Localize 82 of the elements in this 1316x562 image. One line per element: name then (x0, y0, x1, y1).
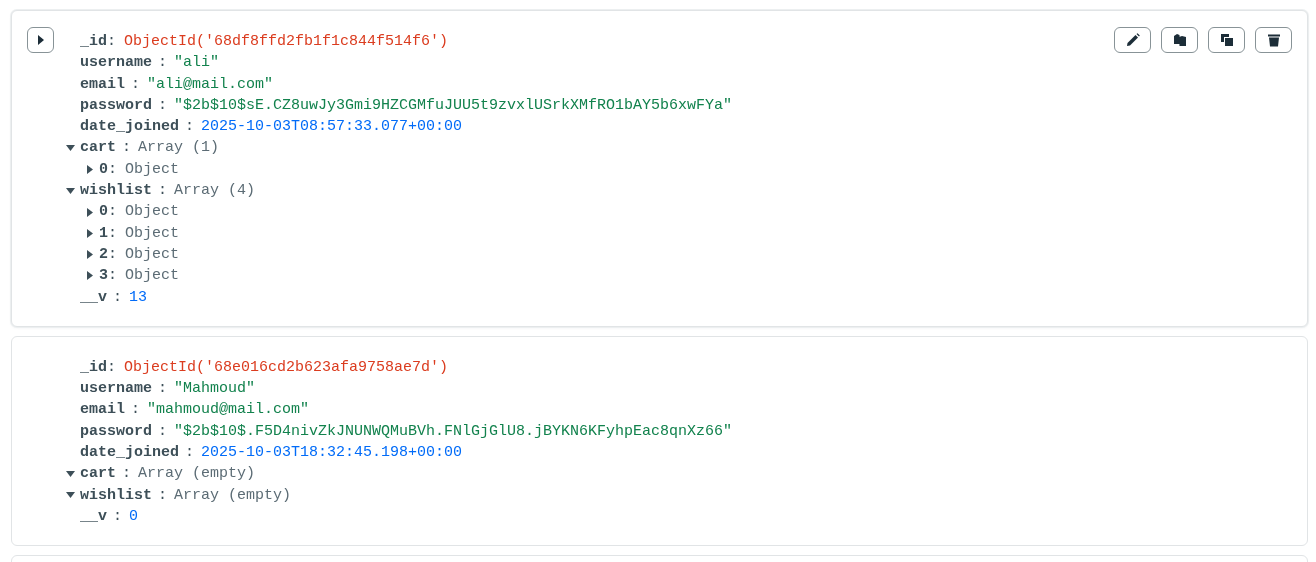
clone-icon (1219, 33, 1234, 47)
field-value: "$2b$10$.F5D4nivZkJNUNWQMuBVh.FNlGjGlU8.jBYKN6KFyhpEac8qnXz66" (174, 421, 733, 442)
field-separator: : (158, 379, 168, 400)
field-separator: : (108, 266, 118, 287)
field-separator: : (108, 202, 118, 223)
field-value: 0 (129, 506, 139, 527)
caret-icon (36, 35, 45, 45)
field-key: _id (80, 356, 107, 379)
delete-button[interactable] (1255, 27, 1292, 53)
field-value: Array (1) (138, 138, 220, 159)
caret-icon (65, 187, 75, 194)
field-key: 1 (99, 222, 108, 244)
field-value: ObjectId('68e016cd2b623afa9758ae7d') (124, 357, 449, 378)
field-key: email (80, 399, 125, 421)
caret-icon (87, 228, 93, 238)
field-key: __v (80, 286, 107, 308)
copy-button[interactable] (1161, 27, 1198, 53)
caret-icon (87, 207, 93, 217)
field-key: _id (80, 31, 107, 53)
field-value: Array (empty) (138, 464, 256, 485)
field-value: Object (125, 244, 180, 265)
field-value: Array (4) (174, 181, 256, 202)
field-key: cart (80, 137, 116, 159)
field-separator: : (158, 181, 168, 202)
field-separator: : (131, 400, 141, 421)
field-key: 2 (99, 243, 108, 266)
caret-icon (65, 145, 75, 152)
field-separator: : (158, 95, 168, 116)
field-separator: : (108, 244, 118, 265)
field-value: 2025-10-03T08:57:33.077+00:00 (201, 117, 463, 138)
field-value: 2025-10-03T18:32:45.198+00:00 (201, 443, 463, 464)
field-key: password (80, 420, 152, 443)
field-key: wishlist (80, 180, 152, 202)
edit-button[interactable] (1114, 27, 1151, 53)
field-separator: : (158, 53, 168, 74)
field-separator: : (158, 421, 168, 442)
field-separator: : (113, 506, 123, 527)
field-value: "ali" (174, 53, 220, 74)
field-value: ObjectId('68df8ffd2fb1f1c844f514f6') (124, 32, 449, 52)
field-key: 3 (99, 265, 108, 287)
field-key: __v (80, 505, 107, 528)
caret-icon (87, 271, 93, 281)
clone-button[interactable] (1208, 27, 1245, 53)
field-separator: : (185, 443, 195, 464)
field-value: Object (125, 159, 180, 180)
field-value: "mahmoud@mail.com" (147, 400, 310, 421)
caret-icon (87, 250, 93, 260)
field-value: Array (empty) (174, 485, 292, 506)
field-key: cart (80, 463, 116, 485)
documents-icon (1172, 33, 1187, 47)
field-key: date_joined (80, 116, 180, 138)
field-value: Object (125, 266, 180, 287)
pencil-icon (1125, 33, 1140, 47)
field-key: email (80, 73, 125, 95)
caret-icon (65, 492, 75, 499)
expand-button[interactable] (27, 27, 54, 53)
field-separator: : (113, 287, 123, 308)
field-key: date_joined (80, 442, 180, 464)
field-key: username (80, 52, 152, 74)
field-key: 0 (99, 201, 108, 223)
field-value: "ali@mail.com" (147, 74, 274, 95)
caret-icon (87, 164, 93, 174)
field-key: username (80, 378, 152, 400)
field-value: Object (125, 223, 180, 244)
field-separator: : (122, 464, 132, 485)
field-key: password (80, 94, 152, 117)
field-key: 0 (99, 158, 108, 181)
field-key: wishlist (80, 484, 152, 506)
field-separator: : (131, 74, 141, 95)
caret-icon (65, 471, 75, 477)
field-separator: : (122, 138, 132, 159)
trash-icon (1266, 33, 1281, 47)
field-value: "$2b$10$sE.CZ8uwJy3Gmi9HZCGMfuJUU5t9zvxlUSrkXMfRO1bAY5b6xwFYa" (174, 95, 733, 116)
field-separator: : (107, 357, 117, 378)
field-separator: : (107, 32, 117, 52)
field-separator: : (108, 159, 118, 180)
field-separator: : (185, 117, 195, 138)
field-value: "Mahmoud" (174, 379, 256, 400)
field-separator: : (108, 223, 118, 244)
field-separator: : (158, 485, 168, 506)
field-value: Object (125, 202, 180, 223)
field-value: 13 (129, 287, 148, 308)
